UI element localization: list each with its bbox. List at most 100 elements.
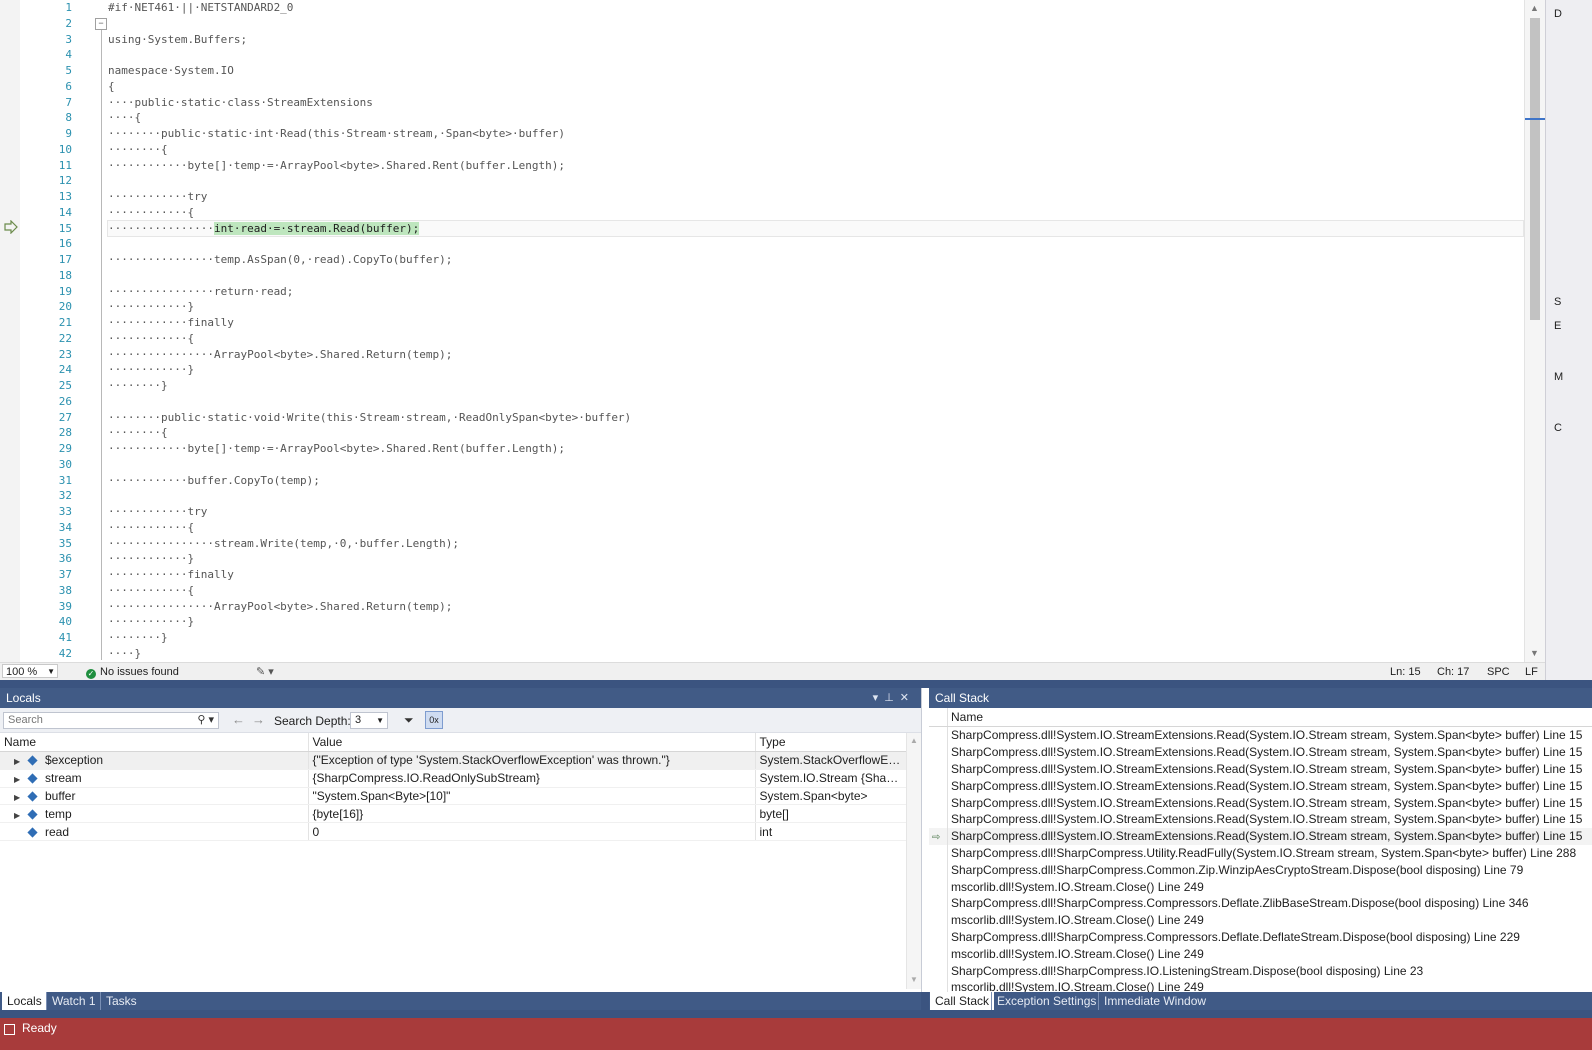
line-indicator[interactable]: Ln: 15 — [1390, 665, 1421, 679]
stack-frame-name[interactable]: SharpCompress.dll!System.IO.StreamExtens… — [948, 727, 1592, 744]
scroll-down-icon[interactable]: ▼ — [910, 975, 918, 984]
stack-frame-row[interactable]: SharpCompress.dll!System.IO.StreamExtens… — [929, 760, 1592, 778]
code-line[interactable] — [108, 47, 1523, 63]
code-line[interactable]: ········} — [108, 630, 1523, 646]
locals-vertical-scrollbar[interactable]: ▲ ▼ — [906, 733, 921, 989]
expand-arrow-icon[interactable]: ▶ — [14, 793, 24, 802]
code-line[interactable]: ············} — [108, 362, 1523, 378]
stack-frame-row[interactable]: SharpCompress.dll!SharpCompress.Compress… — [929, 928, 1592, 946]
code-cleanup-icon[interactable]: ✎ ▾ — [256, 665, 274, 678]
stack-frame-name[interactable]: mscorlib.dll!System.IO.Stream.Close() Li… — [948, 878, 1592, 895]
code-line[interactable]: #if·NET461·||·NETSTANDARD2_0 — [108, 0, 1523, 16]
stack-frame-row[interactable]: mscorlib.dll!System.IO.Stream.Close() Li… — [929, 911, 1592, 929]
code-text-area[interactable]: #if·NET461·||·NETSTANDARD2_0 using·System… — [107, 0, 1524, 662]
expand-arrow-icon[interactable]: ▶ — [14, 775, 24, 784]
tab-locals[interactable]: Locals — [2, 992, 47, 1010]
code-line[interactable]: ················return·read; — [108, 284, 1523, 300]
scroll-up-icon[interactable]: ▲ — [910, 736, 918, 745]
locals-row[interactable]: read 0 int — [0, 822, 907, 841]
stack-frame-row[interactable]: SharpCompress.dll!SharpCompress.Compress… — [929, 894, 1592, 912]
hexadecimal-toggle-icon[interactable]: 0x — [425, 711, 443, 729]
stack-frame-row[interactable]: SharpCompress.dll!SharpCompress.IO.Liste… — [929, 962, 1592, 979]
stack-frame-name[interactable]: SharpCompress.dll!SharpCompress.Common.Z… — [948, 861, 1592, 878]
callstack-title-bar[interactable]: Call Stack — [929, 688, 1592, 708]
locals-search-input[interactable]: Search ⚲ ▾ — [3, 712, 219, 729]
stack-frame-name[interactable]: SharpCompress.dll!System.IO.StreamExtens… — [948, 744, 1592, 761]
local-name-cell[interactable]: ▶ temp — [0, 804, 309, 824]
column-header-name[interactable]: Name — [0, 733, 309, 752]
code-line[interactable]: ············} — [108, 614, 1523, 630]
local-value-cell[interactable]: "System.Span<Byte>[10]" — [308, 787, 756, 806]
line-ending-indicator[interactable]: LF — [1525, 665, 1538, 679]
side-tab-3[interactable]: E — [1554, 320, 1561, 332]
stack-frame-row[interactable]: mscorlib.dll!System.IO.Stream.Close() Li… — [929, 878, 1592, 895]
code-line[interactable]: ············try — [108, 189, 1523, 205]
code-line[interactable]: ············{ — [108, 331, 1523, 347]
close-icon[interactable]: ✕ — [900, 692, 915, 704]
code-line[interactable]: ············byte[]·temp·=·ArrayPool<byte… — [108, 441, 1523, 457]
code-line[interactable]: ········public·static·void·Write(this·St… — [108, 410, 1523, 426]
code-line[interactable] — [108, 236, 1523, 252]
code-line[interactable] — [108, 394, 1523, 410]
stack-frame-name[interactable]: SharpCompress.dll!System.IO.StreamExtens… — [948, 794, 1592, 811]
expand-arrow-icon[interactable]: ▶ — [14, 811, 24, 820]
code-editor[interactable]: 1 2 3 4 5 6 7 8 9 10 11 12 13 14 15 16 17 18 19 20 21 22 23 24 2… — [0, 0, 1545, 662]
code-line[interactable] — [108, 488, 1523, 504]
code-line[interactable]: namespace·System.IO — [108, 63, 1523, 79]
code-line[interactable] — [108, 268, 1523, 284]
collapse-region-toggle[interactable]: − — [95, 18, 107, 30]
locals-title-bar[interactable]: Locals ▾⊥✕ — [0, 688, 921, 708]
local-name-cell[interactable]: ▶ $exception — [0, 751, 309, 770]
indicator-margin[interactable] — [0, 0, 20, 662]
zoom-select[interactable]: 100 % ▼ — [2, 664, 58, 678]
issues-indicator[interactable]: ✓ No issues found — [86, 665, 179, 679]
locals-row[interactable]: ▶ buffer "System.Span<Byte>[10]" System.Spa… — [0, 787, 907, 806]
side-tab-5[interactable]: C — [1554, 422, 1562, 434]
local-value-cell[interactable]: 0 — [308, 822, 756, 841]
locals-row[interactable]: ▶ stream {SharpCompress.IO.ReadOnlySubStre… — [0, 769, 907, 788]
code-line[interactable]: ················ArrayPool<byte>.Shared.R… — [108, 347, 1523, 363]
back-arrow-icon[interactable]: ← — [232, 713, 245, 727]
stack-frame-name[interactable]: SharpCompress.dll!SharpCompress.Compress… — [948, 895, 1592, 912]
code-line[interactable]: ············try — [108, 504, 1523, 520]
code-line[interactable]: ············} — [108, 299, 1523, 315]
pin-icon[interactable]: ⊥ — [884, 692, 900, 704]
whitespace-indicator[interactable]: SPC — [1487, 665, 1510, 679]
code-line[interactable] — [108, 457, 1523, 473]
stack-frame-row[interactable]: SharpCompress.dll!System.IO.StreamExtens… — [929, 743, 1592, 761]
local-name-cell[interactable]: read — [0, 822, 309, 841]
code-line[interactable]: ········public·static·int·Read(this·Stre… — [108, 126, 1523, 142]
stack-frame-name[interactable]: SharpCompress.dll!SharpCompress.Compress… — [948, 929, 1592, 946]
column-header-value[interactable]: Value — [308, 733, 756, 752]
stack-frame-row[interactable]: ⇨ SharpCompress.dll!System.IO.StreamExten… — [929, 827, 1592, 845]
stack-frame-name[interactable]: SharpCompress.dll!SharpCompress.IO.Liste… — [948, 962, 1592, 979]
code-line[interactable]: ········} — [108, 378, 1523, 394]
scrollbar-thumb[interactable] — [1530, 18, 1540, 320]
code-line[interactable]: ················stream.Write(temp,·0,·bu… — [108, 536, 1523, 552]
code-line[interactable]: ····{ — [108, 110, 1523, 126]
search-depth-select[interactable]: 3 ▼ — [350, 712, 388, 729]
stack-frame-name[interactable]: mscorlib.dll!System.IO.Stream.Close() Li… — [948, 912, 1592, 929]
stack-frame-name[interactable]: SharpCompress.dll!System.IO.StreamExtens… — [948, 811, 1592, 828]
code-line[interactable]: ············{ — [108, 583, 1523, 599]
stack-frame-row[interactable]: SharpCompress.dll!System.IO.StreamExtens… — [929, 794, 1592, 811]
stack-frame-row[interactable]: SharpCompress.dll!System.IO.StreamExtens… — [929, 726, 1592, 744]
tab-tasks[interactable]: Tasks — [100, 992, 142, 1010]
local-value-cell[interactable]: {byte[16]} — [308, 804, 756, 824]
code-line[interactable] — [108, 173, 1523, 189]
code-line[interactable]: ············finally — [108, 315, 1523, 331]
stack-frame-name[interactable]: SharpCompress.dll!System.IO.StreamExtens… — [948, 777, 1592, 794]
side-tab-1[interactable]: D — [1554, 8, 1562, 20]
locals-row[interactable]: ▶ $exception {"Exception of type 'System.S… — [0, 751, 907, 770]
code-line[interactable]: ········{ — [108, 425, 1523, 441]
code-line[interactable]: ············{ — [108, 205, 1523, 221]
tab-immediate-window[interactable]: Immediate Window — [1098, 992, 1211, 1010]
side-tab-4[interactable]: M — [1554, 371, 1563, 383]
side-tab-2[interactable]: S — [1554, 296, 1561, 308]
expand-arrow-icon[interactable]: ▶ — [14, 757, 24, 766]
tab-exception-settings[interactable]: Exception Settings — [991, 992, 1101, 1010]
code-line[interactable]: ············} — [108, 551, 1523, 567]
stack-frame-row[interactable]: mscorlib.dll!System.IO.Stream.Close() Li… — [929, 945, 1592, 963]
code-line[interactable]: ········{ — [108, 142, 1523, 158]
code-line[interactable]: ············finally — [108, 567, 1523, 583]
